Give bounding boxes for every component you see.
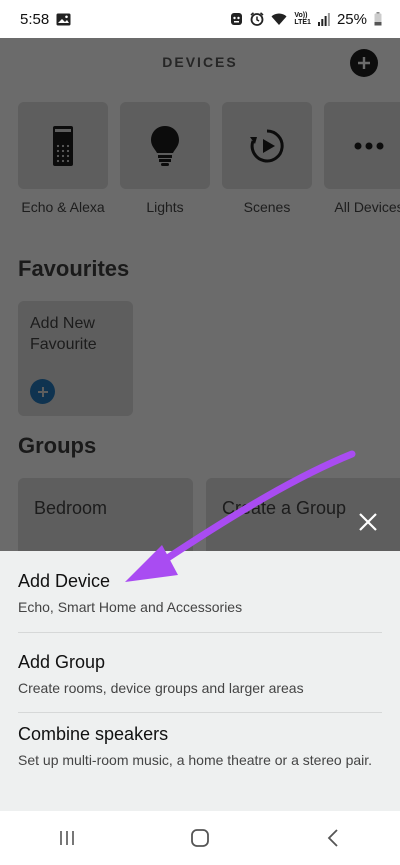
category-row: Echo & Alexa Lights Scenes All Devices bbox=[18, 102, 400, 215]
battery-percent: 25% bbox=[336, 10, 367, 28]
add-options-sheet: Add Device Echo, Smart Home and Accessor… bbox=[0, 551, 400, 811]
devices-screen-dimmed: DEVICES Echo & Alexa Lights Scenes All D… bbox=[0, 38, 400, 551]
category-label: Lights bbox=[146, 199, 184, 215]
plus-icon bbox=[358, 57, 370, 69]
close-icon bbox=[359, 513, 377, 531]
home-icon bbox=[191, 829, 209, 847]
option-title: Combine speakers bbox=[18, 724, 169, 744]
groups-heading: Groups bbox=[18, 433, 97, 458]
back-button[interactable] bbox=[303, 818, 363, 858]
divider bbox=[18, 632, 382, 633]
echo-speaker-icon bbox=[53, 125, 73, 166]
add-group-option[interactable]: Add Group Create rooms, device groups an… bbox=[18, 652, 382, 697]
add-device-header-button[interactable] bbox=[350, 49, 378, 77]
volte-badge: Vo)) bbox=[294, 12, 308, 19]
network-type: LTE1 bbox=[294, 19, 311, 26]
option-title: Add Device bbox=[18, 571, 111, 591]
home-button[interactable] bbox=[170, 818, 230, 858]
option-subtitle: Echo, Smart Home and Accessories bbox=[18, 599, 243, 615]
more-dots-icon bbox=[354, 142, 384, 149]
close-sheet-button[interactable] bbox=[356, 510, 380, 534]
add-favourite-label: Add New Favourite bbox=[30, 315, 97, 353]
option-title: Add Group bbox=[18, 652, 106, 672]
scene-play-icon bbox=[250, 128, 284, 162]
system-nav-bar bbox=[0, 811, 400, 865]
add-new-favourite-card[interactable]: Add New Favourite bbox=[18, 301, 133, 416]
status-bar: 5:58 Vo)) LTE1 25% bbox=[0, 0, 400, 38]
category-label: All Devices bbox=[334, 199, 400, 215]
plus-icon bbox=[37, 386, 48, 397]
category-all-devices[interactable]: All Devices bbox=[324, 102, 400, 215]
app-header: DEVICES bbox=[0, 38, 400, 86]
combine-speakers-option[interactable]: Combine speakers Set up multi-room music… bbox=[18, 724, 382, 769]
add-favourite-button[interactable] bbox=[30, 379, 55, 404]
recent-apps-button[interactable] bbox=[37, 818, 97, 858]
category-lights[interactable]: Lights bbox=[120, 102, 210, 215]
face-icon bbox=[230, 12, 243, 26]
gallery-icon bbox=[56, 13, 71, 26]
add-device-option[interactable]: Add Device Echo, Smart Home and Accessor… bbox=[18, 571, 382, 616]
group-label: Create a Group bbox=[222, 498, 347, 518]
recent-apps-icon bbox=[59, 831, 74, 845]
group-card-bedroom[interactable]: Bedroom bbox=[18, 478, 193, 551]
category-echo-alexa[interactable]: Echo & Alexa bbox=[18, 102, 108, 215]
divider bbox=[18, 712, 382, 713]
signal-icon bbox=[317, 12, 330, 26]
category-label: Echo & Alexa bbox=[21, 199, 105, 215]
wifi-icon bbox=[271, 13, 287, 26]
favourites-heading: Favourites bbox=[18, 256, 130, 281]
back-icon bbox=[328, 829, 338, 847]
clock: 5:58 bbox=[20, 10, 50, 28]
category-label: Scenes bbox=[243, 199, 291, 215]
group-label: Bedroom bbox=[34, 498, 108, 518]
option-subtitle: Set up multi-room music, a home theatre … bbox=[18, 752, 373, 768]
battery-icon bbox=[374, 12, 382, 26]
bulb-icon bbox=[151, 125, 179, 166]
alarm-icon bbox=[250, 12, 264, 26]
page-title: DEVICES bbox=[162, 54, 238, 70]
option-subtitle: Create rooms, device groups and larger a… bbox=[18, 680, 304, 696]
category-scenes[interactable]: Scenes bbox=[222, 102, 312, 215]
